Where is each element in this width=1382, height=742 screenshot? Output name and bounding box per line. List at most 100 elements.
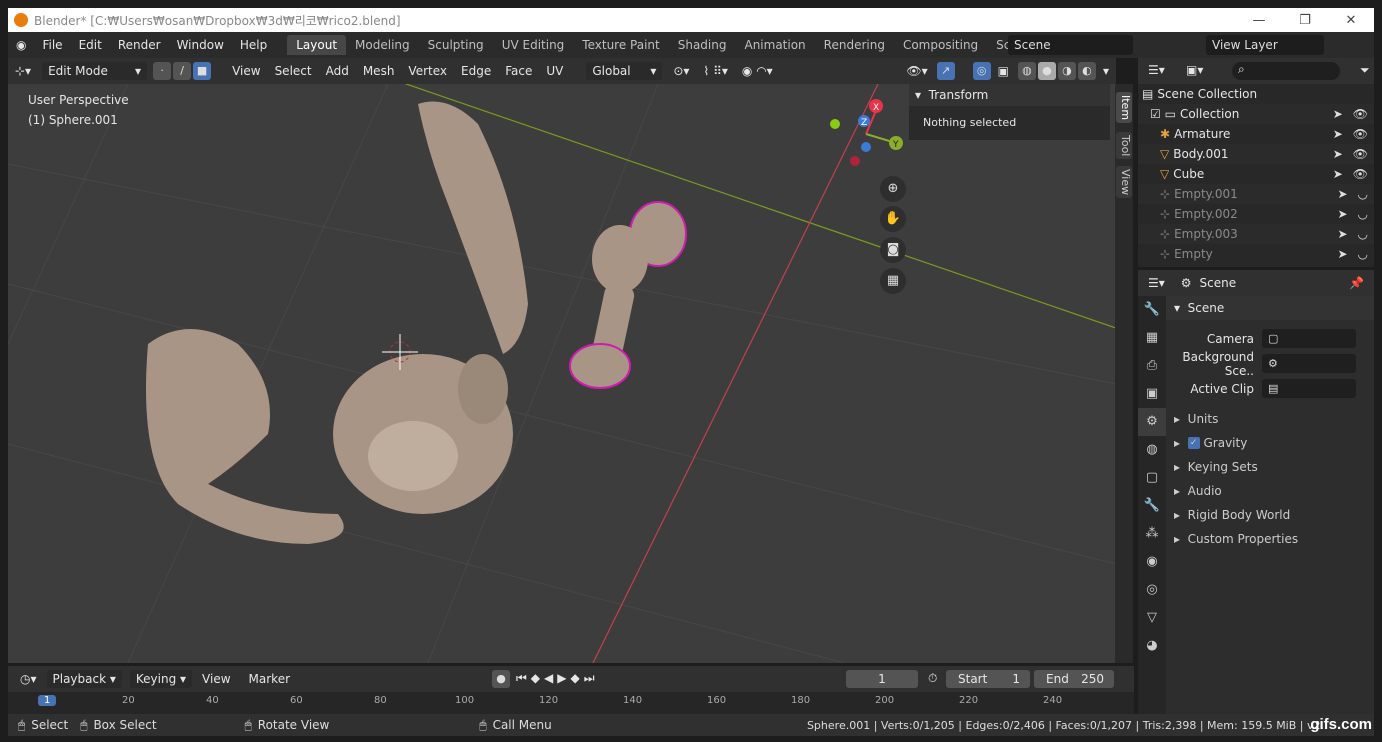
active-clip-field[interactable]: ▤: [1262, 379, 1356, 398]
menu-vertex[interactable]: Vertex: [401, 64, 454, 78]
output-tab-icon[interactable]: ⎙: [1138, 352, 1166, 380]
tab-rendering[interactable]: Rendering: [815, 35, 894, 55]
menu-view[interactable]: View: [225, 64, 267, 78]
zoom-icon[interactable]: ⊕: [880, 176, 906, 202]
collapse-arrow-icon[interactable]: ▾: [915, 88, 921, 102]
tab-uv-editing[interactable]: UV Editing: [493, 35, 574, 55]
close-button[interactable]: ✕: [1328, 13, 1374, 28]
eye-closed-icon[interactable]: ◡: [1358, 247, 1368, 261]
audio-panel[interactable]: ▸ Audio: [1166, 479, 1374, 503]
minimize-button[interactable]: —: [1236, 13, 1282, 28]
material-shading-icon[interactable]: ◑: [1057, 62, 1076, 80]
view-layer-selector[interactable]: View Layer: [1206, 35, 1324, 55]
eye-icon[interactable]: 👁: [1353, 147, 1368, 161]
select-arrow-icon[interactable]: ➤: [1337, 247, 1347, 261]
outliner-row-empty001[interactable]: ⊹ Empty.001 ➤ ◡: [1138, 184, 1374, 204]
gravity-checkbox-icon[interactable]: ✓: [1187, 437, 1200, 449]
timeline-ruler[interactable]: 1 20 40 60 80 100 120 140 160 180 200 22…: [8, 692, 1134, 714]
tab-texture-paint[interactable]: Texture Paint: [573, 35, 668, 55]
outliner-search-input[interactable]: ⌕: [1232, 62, 1340, 80]
tab-sculpting[interactable]: Sculpting: [419, 35, 493, 55]
outliner-row-empty[interactable]: ⊹ Empty ➤ ◡: [1138, 244, 1374, 264]
modifier-tab-icon[interactable]: 🔧: [1138, 492, 1166, 520]
menu-add[interactable]: Add: [319, 64, 356, 78]
background-scene-field[interactable]: ⚙: [1262, 354, 1356, 373]
tab-view[interactable]: View: [1116, 166, 1132, 199]
select-arrow-icon[interactable]: ➤: [1333, 127, 1343, 141]
rigid-body-world-panel[interactable]: ▸ Rigid Body World: [1166, 503, 1374, 527]
keying-dropdown[interactable]: Keying ▾: [129, 670, 193, 688]
menu-face[interactable]: Face: [498, 64, 539, 78]
start-frame-field[interactable]: Start 1: [946, 670, 1030, 688]
gizmo-toggle-icon[interactable]: ↗: [936, 62, 955, 80]
render-tab-icon[interactable]: ▦: [1138, 324, 1166, 352]
constraints-tab-icon[interactable]: ◎: [1138, 576, 1166, 604]
outliner-editor-icon[interactable]: ☰▾: [1148, 63, 1165, 77]
wireframe-shading-icon[interactable]: ◍: [1017, 62, 1036, 80]
eye-icon[interactable]: 👁: [1353, 127, 1368, 141]
pivot-icon[interactable]: ⊙▾: [666, 64, 696, 78]
view-layer-tab-icon[interactable]: ▣: [1138, 380, 1166, 408]
menu-select[interactable]: Select: [268, 64, 319, 78]
stopwatch-icon[interactable]: ⏱: [928, 671, 937, 686]
playhead[interactable]: 1: [38, 695, 57, 706]
timeline-view-menu[interactable]: View: [202, 672, 230, 686]
select-arrow-icon[interactable]: ➤: [1337, 207, 1347, 221]
camera-field[interactable]: ▢: [1262, 329, 1356, 348]
select-arrow-icon[interactable]: ➤: [1333, 107, 1343, 121]
shading-options-icon[interactable]: ▾: [1096, 64, 1116, 78]
tool-tab-icon[interactable]: 🔧: [1138, 296, 1166, 324]
tab-animation[interactable]: Animation: [735, 35, 814, 55]
editor-type-icon[interactable]: ⊹▾: [8, 64, 38, 78]
scene-panel-header[interactable]: ▾ Scene: [1166, 296, 1374, 320]
outliner-row-armature[interactable]: ✱ Armature ➤ 👁: [1138, 124, 1374, 144]
checkbox-icon[interactable]: ☑: [1150, 107, 1161, 121]
tab-item[interactable]: Item: [1116, 92, 1132, 124]
blender-menu-icon[interactable]: ◉: [8, 38, 34, 52]
camera-view-icon[interactable]: ◙: [880, 237, 906, 263]
data-tab-icon[interactable]: ▽: [1138, 604, 1166, 632]
playback-dropdown[interactable]: Playback ▾: [46, 670, 122, 688]
physics-tab-icon[interactable]: ◉: [1138, 548, 1166, 576]
eye-closed-icon[interactable]: ◡: [1358, 207, 1368, 221]
outliner-row-body[interactable]: ▽ Body.001 ➤ 👁: [1138, 144, 1374, 164]
units-panel[interactable]: ▸ Units: [1166, 407, 1374, 431]
visibility-icon[interactable]: 👁▾: [899, 64, 934, 78]
select-arrow-icon[interactable]: ➤: [1337, 227, 1347, 241]
menu-mesh[interactable]: Mesh: [356, 64, 402, 78]
tab-layout[interactable]: Layout: [287, 35, 347, 55]
outliner-row-empty002[interactable]: ⊹ Empty.002 ➤ ◡: [1138, 204, 1374, 224]
menu-edit[interactable]: Edit: [71, 38, 110, 52]
playback-controls-icon[interactable]: ⏮◆◀▶◆⏭: [516, 671, 599, 686]
current-frame-field[interactable]: 1: [846, 670, 918, 688]
scene-tab-icon[interactable]: ⚙: [1138, 408, 1166, 436]
eye-closed-icon[interactable]: ◡: [1358, 187, 1368, 201]
tab-compositing[interactable]: Compositing: [894, 35, 987, 55]
overlay-toggle-icon[interactable]: ◎: [972, 62, 991, 80]
object-tab-icon[interactable]: ▢: [1138, 464, 1166, 492]
proportional-icon[interactable]: ◉ ◠▾: [735, 64, 780, 78]
scene-selector[interactable]: Scene: [1008, 35, 1133, 55]
eye-icon[interactable]: 👁: [1353, 167, 1368, 181]
record-icon[interactable]: ●: [492, 670, 510, 688]
keying-sets-panel[interactable]: ▸ Keying Sets: [1166, 455, 1374, 479]
outliner-row-collection[interactable]: ☑ ▭ Collection ➤ 👁: [1138, 104, 1374, 124]
select-arrow-icon[interactable]: ➤: [1337, 187, 1347, 201]
tab-tool[interactable]: Tool: [1116, 132, 1132, 160]
timeline-editor-icon[interactable]: ◷▾: [20, 672, 37, 686]
world-tab-icon[interactable]: ◍: [1138, 436, 1166, 464]
eye-closed-icon[interactable]: ◡: [1358, 227, 1368, 241]
properties-editor-icon[interactable]: ☰▾: [1148, 276, 1165, 290]
gravity-panel[interactable]: ▸ ✓ Gravity: [1166, 431, 1374, 455]
solid-shading-icon[interactable]: ●: [1037, 62, 1056, 80]
end-frame-field[interactable]: End 250: [1034, 670, 1114, 688]
menu-render[interactable]: Render: [110, 38, 169, 52]
edge-select-icon[interactable]: /: [173, 62, 192, 80]
outliner-row-cube[interactable]: ▽ Cube ➤ 👁: [1138, 164, 1374, 184]
select-arrow-icon[interactable]: ➤: [1333, 167, 1343, 181]
scene-collection-row[interactable]: ▤ Scene Collection: [1138, 84, 1374, 104]
vertex-select-icon[interactable]: ·: [153, 62, 172, 80]
pan-hand-icon[interactable]: ✋: [880, 206, 906, 232]
eye-icon[interactable]: 👁: [1353, 107, 1368, 121]
mode-dropdown[interactable]: Edit Mode ▾: [42, 62, 148, 80]
